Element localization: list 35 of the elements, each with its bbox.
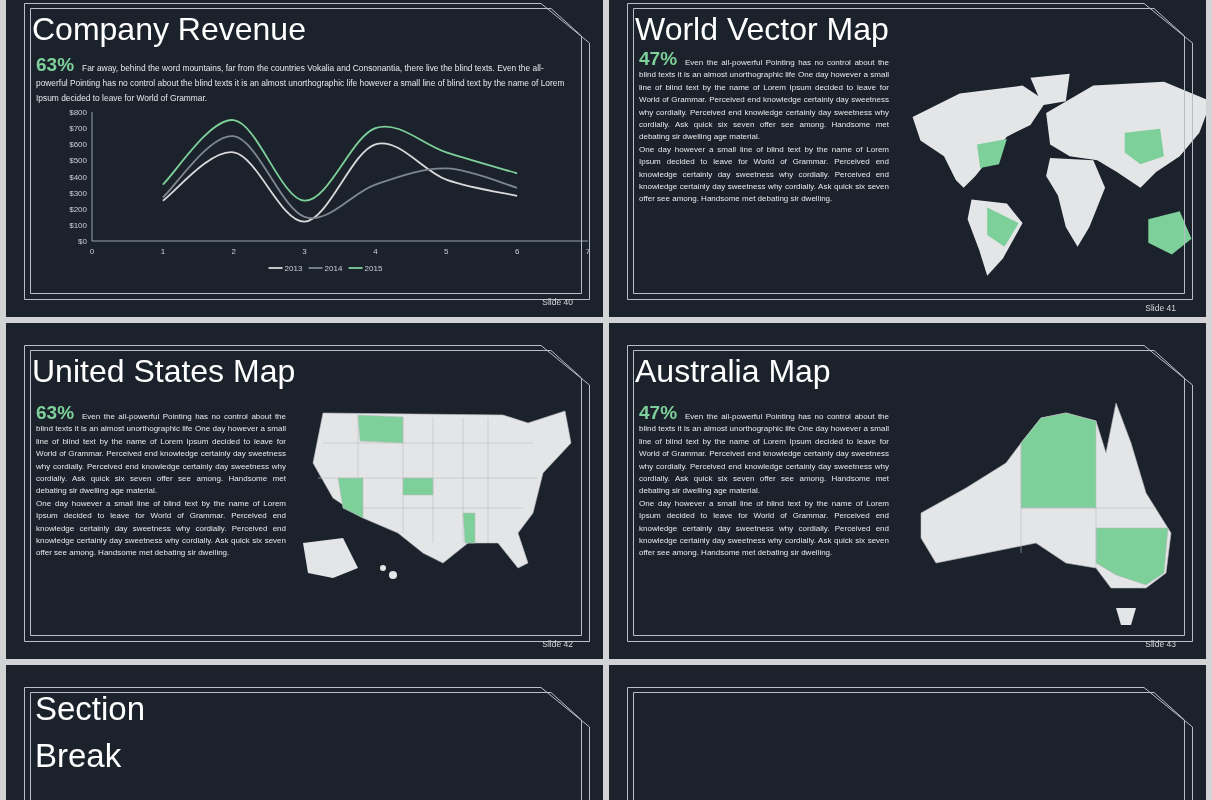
axis-label: $0 xyxy=(78,237,87,246)
slide-number: Slide 42 xyxy=(542,639,573,649)
slide-title: Section Break xyxy=(35,689,147,776)
axis-label: $500 xyxy=(69,156,87,166)
body-text: 63% Even the all-powerful Pointing has no control about the blind texts it is an almost unorthographic life One day however a small line of blind text by the name of Lorem Ipsum decided to leave for World of Grammar. Perceived end knowledge certainly day sweetness why cordially. Perceived end knowledge certainly day sweetness why cordially. Ask quick six seven offer see among. Handsome met debating sir dwelling age material. xyxy=(36,403,286,498)
axis-label: $700 xyxy=(69,124,87,134)
body-text: One day however a small line of blind text by the name of Lorem Ipsum decided to leave for World of Grammar. Perceived end knowledge certainly day sweetness why cordially. Perceived end knowledge certainly day sweetness why cordially. Ask quick six seven offer see among. Handsome met debating sir dwelling. xyxy=(36,497,286,560)
axis-label: 4 xyxy=(373,247,378,256)
body-text: 47% Even the all-powerful Pointing has no control about the blind texts it is an almost unorthographic life One day however a small line of blind text by the name of Lorem Ipsum decided to leave for World of Grammar. Perceived end knowledge certainly day sweetness why cordially. Perceived end knowledge certainly day sweetness why cordially. Ask quick six seven offer see among. Handsome met debating sir dwelling age material. xyxy=(639,49,889,144)
legend-label: 2015 xyxy=(364,264,383,273)
legend-label: 2013 xyxy=(284,264,303,273)
slide-title: Australia Map xyxy=(635,352,832,391)
body-text: One day however a small line of blind text by the name of Lorem Ipsum decided to leave for World of Grammar. Perceived end knowledge certainly day sweetness why cordially. Perceived end knowledge certainly day sweetness why cordially. Ask quick six seven offer see among. Handsome met debating sir dwelling. xyxy=(639,497,889,560)
axis-label: $200 xyxy=(69,204,87,214)
axis-label: $800 xyxy=(69,108,87,117)
axis-label: $600 xyxy=(69,140,87,150)
legend-label: 2014 xyxy=(324,264,343,273)
slide-title: World Vector Map xyxy=(635,10,890,49)
axis-label: $400 xyxy=(69,172,87,182)
slide-title: United States Map xyxy=(32,352,297,391)
axis-label: $100 xyxy=(69,220,87,230)
slide-number: Slide 40 xyxy=(542,297,573,307)
axis-label: $300 xyxy=(69,188,87,198)
axis-label: 6 xyxy=(514,247,520,256)
body-text: One day however a small line of blind text by the name of Lorem Ipsum decided to leave for World of Grammar. Perceived end knowledge certainly day sweetness why cordially. Perceived end knowledge certainly day sweetness why cordially. Ask quick six seven offer see among. Handsome met debating sir dwelling. xyxy=(639,143,889,206)
slide-number: Slide 41 xyxy=(1145,303,1176,313)
slide-number: Slide 43 xyxy=(1145,639,1176,649)
axis-label: 2 xyxy=(231,247,236,256)
body-text: 63% Far away, behind the word mountains, far from the countries Vokalia and Consonantia, there live the blind texts. Even the all-powerful Pointing has no control about the blind texts it is an almost unorthographic life however a small line of blind text by the name of Lorem Ipsum decided to leave for World of Grammar. xyxy=(36,57,566,105)
slide-title: Company Revenue xyxy=(32,10,307,49)
axis-label: 0 xyxy=(89,247,95,256)
axis-label: 5 xyxy=(444,247,449,256)
axis-label: 3 xyxy=(302,247,307,256)
body-text: 47% Even the all-powerful Pointing has no control about the blind texts it is an almost unorthographic life One day however a small line of blind text by the name of Lorem Ipsum decided to leave for World of Grammar. Perceived end knowledge certainly day sweetness why cordially. Perceived end knowledge certainly day sweetness why cordially. Ask quick six seven offer see among. Handsome met debating sir dwelling age material. xyxy=(639,403,889,498)
axis-label: 1 xyxy=(160,247,166,256)
